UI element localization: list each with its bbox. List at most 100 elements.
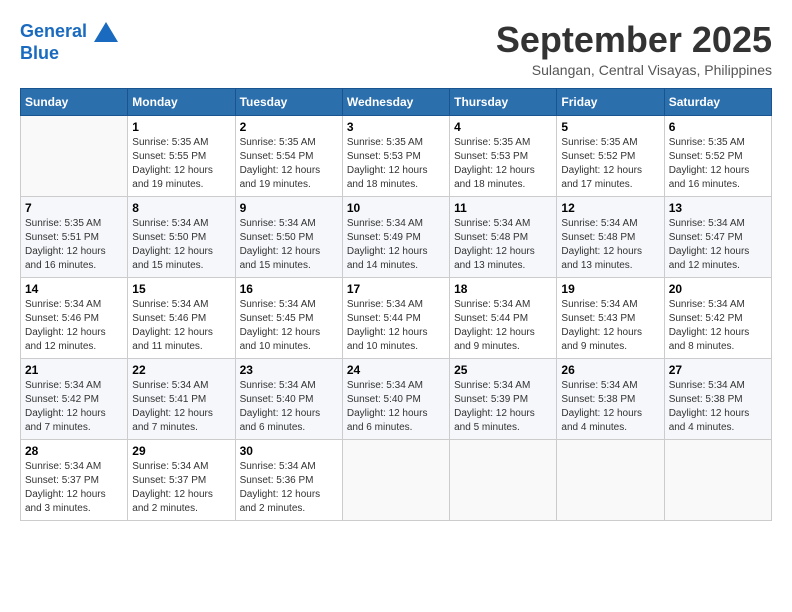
calendar-cell: 2 Sunrise: 5:35 AM Sunset: 5:54 PM Daylig… xyxy=(235,115,342,196)
calendar-cell: 29Sunrise: 5:34 AM Sunset: 5:37 PM Dayli… xyxy=(128,439,235,520)
day-info: Sunrise: 5:35 AM Sunset: 5:53 PM Dayligh… xyxy=(347,136,445,192)
weekday-header-cell: Sunday xyxy=(21,88,128,115)
day-number: 30 xyxy=(240,444,338,458)
day-info: Sunrise: 5:34 AM Sunset: 5:38 PM Dayligh… xyxy=(561,379,659,435)
day-number: 19 xyxy=(561,282,659,296)
day-number: 14 xyxy=(25,282,123,296)
day-number: 9 xyxy=(240,201,338,215)
calendar-cell: 16 Sunrise: 5:34 AM Sunset: 5:45 PM Dayli… xyxy=(235,277,342,358)
day-info: Sunrise: 5:34 AM Sunset: 5:37 PM Dayligh… xyxy=(25,460,123,516)
calendar-cell: 8 Sunrise: 5:34 AM Sunset: 5:50 PM Daylig… xyxy=(128,196,235,277)
logo-text: General Blue xyxy=(20,20,118,64)
day-info: Sunrise: 5:34 AM Sunset: 5:49 PM Dayligh… xyxy=(347,217,445,273)
calendar-cell xyxy=(342,439,449,520)
calendar-row: 14 Sunrise: 5:34 AM Sunset: 5:46 PM Dayli… xyxy=(21,277,772,358)
calendar-cell: 4 Sunrise: 5:35 AM Sunset: 5:53 PM Daylig… xyxy=(450,115,557,196)
day-number: 21 xyxy=(25,363,123,377)
day-number: 3 xyxy=(347,120,445,134)
day-info: Sunrise: 5:34 AM Sunset: 5:43 PM Dayligh… xyxy=(561,298,659,354)
day-number: 27 xyxy=(669,363,767,377)
day-info: Sunrise: 5:34 AM Sunset: 5:46 PM Dayligh… xyxy=(25,298,123,354)
calendar-cell: 27Sunrise: 5:34 AM Sunset: 5:38 PM Dayli… xyxy=(664,358,771,439)
weekday-header-cell: Tuesday xyxy=(235,88,342,115)
day-info: Sunrise: 5:35 AM Sunset: 5:55 PM Dayligh… xyxy=(132,136,230,192)
day-number: 22 xyxy=(132,363,230,377)
calendar-cell: 19 Sunrise: 5:34 AM Sunset: 5:43 PM Dayli… xyxy=(557,277,664,358)
calendar-cell: 6 Sunrise: 5:35 AM Sunset: 5:52 PM Daylig… xyxy=(664,115,771,196)
day-info: Sunrise: 5:34 AM Sunset: 5:48 PM Dayligh… xyxy=(561,217,659,273)
calendar-cell: 17 Sunrise: 5:34 AM Sunset: 5:44 PM Dayli… xyxy=(342,277,449,358)
calendar-cell xyxy=(450,439,557,520)
weekday-header-cell: Wednesday xyxy=(342,88,449,115)
day-number: 12 xyxy=(561,201,659,215)
day-number: 16 xyxy=(240,282,338,296)
logo-icon xyxy=(94,20,118,44)
title-block: September 2025 Sulangan, Central Visayas… xyxy=(496,20,772,78)
day-number: 10 xyxy=(347,201,445,215)
calendar-cell xyxy=(21,115,128,196)
day-number: 7 xyxy=(25,201,123,215)
calendar-row: 7 Sunrise: 5:35 AM Sunset: 5:51 PM Daylig… xyxy=(21,196,772,277)
day-info: Sunrise: 5:34 AM Sunset: 5:50 PM Dayligh… xyxy=(240,217,338,273)
day-info: Sunrise: 5:34 AM Sunset: 5:45 PM Dayligh… xyxy=(240,298,338,354)
day-number: 25 xyxy=(454,363,552,377)
day-number: 13 xyxy=(669,201,767,215)
calendar-cell: 11Sunrise: 5:34 AM Sunset: 5:48 PM Dayli… xyxy=(450,196,557,277)
calendar-cell: 25 Sunrise: 5:34 AM Sunset: 5:39 PM Dayli… xyxy=(450,358,557,439)
day-info: Sunrise: 5:35 AM Sunset: 5:51 PM Dayligh… xyxy=(25,217,123,273)
calendar-cell: 30 Sunrise: 5:34 AM Sunset: 5:36 PM Dayli… xyxy=(235,439,342,520)
location: Sulangan, Central Visayas, Philippines xyxy=(496,62,772,78)
calendar-cell: 24 Sunrise: 5:34 AM Sunset: 5:40 PM Dayli… xyxy=(342,358,449,439)
calendar-cell: 20Sunrise: 5:34 AM Sunset: 5:42 PM Dayli… xyxy=(664,277,771,358)
calendar-cell: 12 Sunrise: 5:34 AM Sunset: 5:48 PM Dayli… xyxy=(557,196,664,277)
day-info: Sunrise: 5:34 AM Sunset: 5:42 PM Dayligh… xyxy=(25,379,123,435)
calendar-cell xyxy=(557,439,664,520)
day-info: Sunrise: 5:34 AM Sunset: 5:37 PM Dayligh… xyxy=(132,460,230,516)
day-number: 8 xyxy=(132,201,230,215)
day-number: 2 xyxy=(240,120,338,134)
calendar-row: 1 Sunrise: 5:35 AM Sunset: 5:55 PM Daylig… xyxy=(21,115,772,196)
day-info: Sunrise: 5:35 AM Sunset: 5:52 PM Dayligh… xyxy=(561,136,659,192)
day-info: Sunrise: 5:34 AM Sunset: 5:48 PM Dayligh… xyxy=(454,217,552,273)
day-info: Sunrise: 5:34 AM Sunset: 5:44 PM Dayligh… xyxy=(347,298,445,354)
day-number: 28 xyxy=(25,444,123,458)
day-info: Sunrise: 5:34 AM Sunset: 5:36 PM Dayligh… xyxy=(240,460,338,516)
day-number: 26 xyxy=(561,363,659,377)
day-info: Sunrise: 5:34 AM Sunset: 5:44 PM Dayligh… xyxy=(454,298,552,354)
weekday-header-cell: Friday xyxy=(557,88,664,115)
day-number: 18 xyxy=(454,282,552,296)
calendar-cell: 10 Sunrise: 5:34 AM Sunset: 5:49 PM Dayli… xyxy=(342,196,449,277)
day-number: 6 xyxy=(669,120,767,134)
calendar-table: SundayMondayTuesdayWednesdayThursdayFrid… xyxy=(20,88,772,521)
day-info: Sunrise: 5:34 AM Sunset: 5:41 PM Dayligh… xyxy=(132,379,230,435)
day-info: Sunrise: 5:35 AM Sunset: 5:52 PM Dayligh… xyxy=(669,136,767,192)
calendar-cell: 21 Sunrise: 5:34 AM Sunset: 5:42 PM Dayli… xyxy=(21,358,128,439)
day-info: Sunrise: 5:34 AM Sunset: 5:40 PM Dayligh… xyxy=(240,379,338,435)
calendar-cell: 18 Sunrise: 5:34 AM Sunset: 5:44 PM Dayli… xyxy=(450,277,557,358)
day-number: 1 xyxy=(132,120,230,134)
day-info: Sunrise: 5:34 AM Sunset: 5:39 PM Dayligh… xyxy=(454,379,552,435)
weekday-header-row: SundayMondayTuesdayWednesdayThursdayFrid… xyxy=(21,88,772,115)
day-info: Sunrise: 5:34 AM Sunset: 5:42 PM Dayligh… xyxy=(669,298,767,354)
weekday-header-cell: Monday xyxy=(128,88,235,115)
calendar-cell: 3 Sunrise: 5:35 AM Sunset: 5:53 PM Daylig… xyxy=(342,115,449,196)
logo: General Blue xyxy=(20,20,118,64)
day-info: Sunrise: 5:35 AM Sunset: 5:53 PM Dayligh… xyxy=(454,136,552,192)
day-info: Sunrise: 5:34 AM Sunset: 5:50 PM Dayligh… xyxy=(132,217,230,273)
calendar-cell: 9 Sunrise: 5:34 AM Sunset: 5:50 PM Daylig… xyxy=(235,196,342,277)
calendar-cell: 15Sunrise: 5:34 AM Sunset: 5:46 PM Dayli… xyxy=(128,277,235,358)
day-number: 4 xyxy=(454,120,552,134)
weekday-header-cell: Thursday xyxy=(450,88,557,115)
weekday-header-cell: Saturday xyxy=(664,88,771,115)
day-number: 17 xyxy=(347,282,445,296)
calendar-cell: 14 Sunrise: 5:34 AM Sunset: 5:46 PM Dayli… xyxy=(21,277,128,358)
calendar-body: 1 Sunrise: 5:35 AM Sunset: 5:55 PM Daylig… xyxy=(21,115,772,520)
day-info: Sunrise: 5:34 AM Sunset: 5:40 PM Dayligh… xyxy=(347,379,445,435)
page-header: General Blue September 2025 Sulangan, Ce… xyxy=(20,20,772,78)
day-number: 24 xyxy=(347,363,445,377)
calendar-cell: 7 Sunrise: 5:35 AM Sunset: 5:51 PM Daylig… xyxy=(21,196,128,277)
calendar-cell: 22 Sunrise: 5:34 AM Sunset: 5:41 PM Dayli… xyxy=(128,358,235,439)
day-number: 5 xyxy=(561,120,659,134)
day-info: Sunrise: 5:35 AM Sunset: 5:54 PM Dayligh… xyxy=(240,136,338,192)
calendar-cell: 13Sunrise: 5:34 AM Sunset: 5:47 PM Dayli… xyxy=(664,196,771,277)
